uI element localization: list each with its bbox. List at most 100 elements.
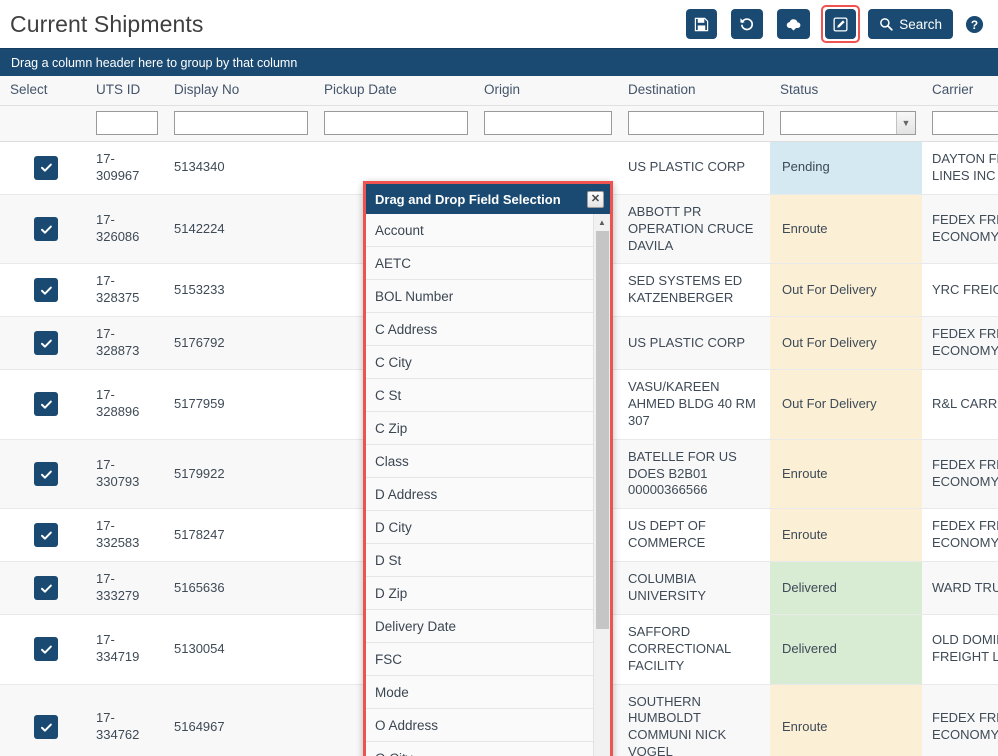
cell-display-no: 5130054 (164, 614, 314, 685)
filter-input-display-no[interactable] (174, 111, 308, 135)
field-list-item[interactable]: Class (366, 445, 610, 478)
cell-carrier: R&L CARRIERS INC (922, 369, 998, 440)
column-header-status[interactable]: Status (770, 76, 922, 106)
column-header-destination[interactable]: Destination (618, 76, 770, 106)
field-list-item[interactable]: C Zip (366, 412, 610, 445)
field-selection-dialog[interactable]: Drag and Drop Field Selection ✕ Account A… (363, 181, 613, 756)
field-list-item[interactable]: C St (366, 379, 610, 412)
row-checkbox[interactable] (34, 523, 58, 548)
filter-input-carrier[interactable] (932, 111, 998, 135)
cell-carrier: FEDEX FREIGHT ECONOMY (922, 508, 998, 563)
download-button-wrap (774, 6, 813, 42)
cell-select[interactable] (0, 684, 86, 756)
group-panel[interactable]: Drag a column header here to group by th… (0, 48, 998, 76)
field-list-item[interactable]: D City (366, 511, 610, 544)
filter-select-status[interactable]: PendingEnrouteOut For DeliveryDeliveredA… (780, 111, 916, 135)
cell-select[interactable] (0, 508, 86, 563)
filter-cell-dest (618, 105, 770, 142)
download-button[interactable] (777, 9, 811, 39)
cell-select[interactable] (0, 316, 86, 371)
row-checkbox[interactable] (34, 637, 58, 662)
cell-display-no: 5176792 (164, 316, 314, 371)
cell-carrier: FEDEX FREIGHT ECONOMY (922, 194, 998, 265)
field-list-item[interactable]: D Address (366, 478, 610, 511)
cell-display-no: 5165636 (164, 561, 314, 615)
row-checkbox[interactable] (34, 576, 58, 601)
dialog-body: Account AETC BOL Number C Address C City C St… (366, 214, 610, 756)
field-list-item[interactable]: C Address (366, 313, 610, 346)
cell-destination: US PLASTIC CORP (618, 141, 770, 195)
status-badge: Enroute (770, 684, 922, 756)
field-list-item[interactable]: BOL Number (366, 280, 610, 313)
filter-input-pickup-date[interactable] (324, 111, 468, 135)
filter-input-origin[interactable] (484, 111, 612, 135)
cell-select[interactable] (0, 561, 86, 615)
filter-input-uts-id[interactable] (96, 111, 158, 135)
cell-select[interactable] (0, 439, 86, 510)
cell-carrier: DAYTON FREIGHT LINES INC (922, 141, 998, 195)
status-badge: Out For Delivery (770, 316, 922, 371)
row-checkbox[interactable] (34, 715, 58, 740)
filter-cell-pickup (314, 105, 474, 142)
close-icon[interactable]: ✕ (587, 190, 604, 208)
scroll-up-arrow-icon[interactable]: ▲ (594, 214, 610, 230)
column-header-display-no[interactable]: Display No (164, 76, 314, 106)
cell-carrier: WARD TRUCKING (922, 561, 998, 615)
filter-input-destination[interactable] (628, 111, 764, 135)
row-checkbox[interactable] (34, 278, 58, 303)
filter-row: PendingEnrouteOut For DeliveryDeliveredA… (0, 105, 998, 142)
row-checkbox[interactable] (34, 392, 58, 417)
column-header-origin[interactable]: Origin (474, 76, 618, 106)
field-list-item[interactable]: O Address (366, 709, 610, 742)
refresh-button[interactable] (731, 9, 764, 39)
field-list-item[interactable]: C City (366, 346, 610, 379)
column-header-carrier[interactable]: Carrier (922, 76, 998, 106)
cell-uts-id: 17-328896 (86, 369, 164, 440)
search-button[interactable]: Search (868, 9, 953, 39)
row-checkbox[interactable] (34, 155, 58, 180)
cell-uts-id: 17-332583 (86, 508, 164, 563)
row-checkbox[interactable] (34, 462, 58, 487)
cell-uts-id: 17-334719 (86, 614, 164, 685)
cell-destination: VASU/KAREEN AHMED BLDG 40 RM 307 (618, 369, 770, 440)
edit-button[interactable] (825, 9, 857, 39)
help-icon[interactable]: ? (965, 15, 984, 34)
row-checkbox[interactable] (34, 331, 58, 356)
column-header-pickup-date[interactable]: Pickup Date (314, 76, 474, 106)
field-list-item[interactable]: D Zip (366, 577, 610, 610)
page-title: Current Shipments (10, 10, 204, 37)
cell-uts-id: 17-328375 (86, 263, 164, 318)
cell-display-no: 5153233 (164, 263, 314, 318)
cell-select[interactable] (0, 614, 86, 685)
save-icon (694, 17, 709, 32)
scrollbar-thumb[interactable] (596, 231, 609, 629)
field-list-item[interactable]: AETC (366, 247, 610, 280)
field-list-item[interactable]: Account (366, 214, 610, 247)
dialog-title-bar[interactable]: Drag and Drop Field Selection ✕ (366, 184, 610, 214)
status-badge: Delivered (770, 614, 922, 685)
field-list-item[interactable]: Mode (366, 676, 610, 709)
filter-cell-select (0, 105, 86, 142)
header-row: Select UTS ID Display No Pickup Date Ori… (0, 76, 998, 106)
status-badge: Pending (770, 141, 922, 195)
row-checkbox[interactable] (34, 217, 58, 242)
column-header-select[interactable]: Select (0, 76, 86, 106)
cell-destination: SOUTHERN HUMBOLDT COMMUNI NICK VOGEL (618, 684, 770, 756)
field-list-item[interactable]: O City (366, 742, 610, 756)
dialog-scrollbar[interactable]: ▲ ▼ (593, 214, 610, 756)
field-list-item[interactable]: D St (366, 544, 610, 577)
filter-cell-origin (474, 105, 618, 142)
save-button[interactable] (686, 9, 718, 39)
column-header-uts-id[interactable]: UTS ID (86, 76, 164, 106)
page-header: Current Shipments Search ? (0, 0, 998, 48)
cell-display-no: 5142224 (164, 194, 314, 265)
cell-select[interactable] (0, 263, 86, 318)
field-list-item[interactable]: FSC (366, 643, 610, 676)
cell-select[interactable] (0, 194, 86, 265)
save-button-wrap (683, 6, 720, 42)
cell-destination: SED SYSTEMS ED KATZENBERGER (618, 263, 770, 318)
filter-select-status-wrap: PendingEnrouteOut For DeliveryDeliveredA… (780, 111, 916, 135)
cell-select[interactable] (0, 369, 86, 440)
cell-select[interactable] (0, 141, 86, 195)
field-list-item[interactable]: Delivery Date (366, 610, 610, 643)
